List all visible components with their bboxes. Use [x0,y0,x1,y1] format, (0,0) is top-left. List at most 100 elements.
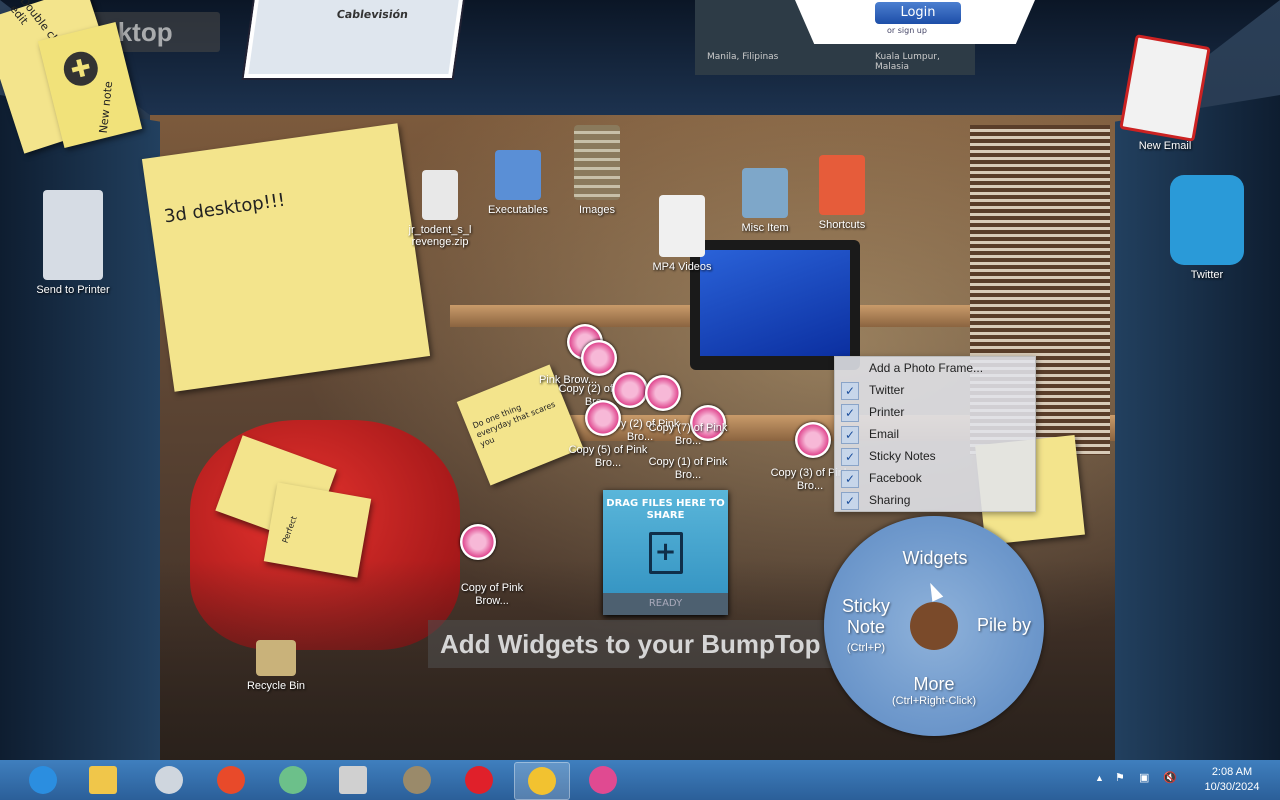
executables-icon [495,150,541,200]
drag-share-widget[interactable]: DRAG FILES HERE TO SHARE + READY [603,490,728,615]
ceiling-text: Cablevisión [335,8,409,21]
recycle-app-icon [279,766,307,794]
pie-sticky-note-option[interactable]: Sticky Note (Ctrl+P) [830,596,902,659]
plus-icon: ✚ [60,48,102,90]
twitter-widget[interactable]: Twitter [1162,175,1252,281]
menu-item-add-photo-frame[interactable]: Add a Photo Frame... [835,357,1035,379]
sticky-note-3d-desktop[interactable]: 3d desktop!!! [141,123,431,392]
taskbar-chrome[interactable] [514,762,570,800]
clock-time: 2:08 AM [1211,766,1253,778]
mouse-cursor-icon [924,580,944,602]
show-hidden-icons-icon[interactable]: ▲ [1095,773,1104,783]
share-title: DRAG FILES HERE TO SHARE [606,498,725,521]
gimp-icon [403,766,431,794]
menu-item-twitter[interactable]: ✓ Twitter [835,379,1035,401]
images-pile[interactable]: Images [552,125,642,216]
menu-item-facebook[interactable]: ✓ Facebook [835,467,1035,489]
taskbar-scanner[interactable] [326,762,380,798]
menu-item-label: Sharing [869,493,911,507]
signup-link[interactable]: or sign up [887,26,927,35]
pie-menu[interactable]: Widgets Sticky Note (Ctrl+P) Pile by Mor… [824,516,1044,736]
bumptop-icon [217,766,245,794]
pie-option-label: Sticky Note [841,596,890,637]
login-panel[interactable]: Login or sign up [795,0,1035,44]
taskbar-file-explorer[interactable] [76,762,130,798]
checkmark-icon: ✓ [841,492,859,510]
icon-label: Executables [488,204,548,216]
pink-browser-icon[interactable] [460,524,496,560]
opera-icon [465,766,493,794]
menu-item-label: Printer [869,405,905,419]
icon-label: MP4 Videos [652,261,712,273]
taskbar-bumptop[interactable] [204,762,258,798]
pink-browser-icon[interactable] [645,375,681,411]
menu-item-label: Twitter [869,383,905,397]
scanner-icon [339,766,367,794]
pink-item-label[interactable]: Copy (7) of Pink Bro... [648,422,728,448]
shortcuts-pile[interactable]: Shortcuts [797,155,887,231]
icon-label: jr_todent_s_l revenge.zip [408,224,472,248]
system-tray[interactable]: ▲ ⚑ ▣ 🔇 2:08 AM 10/30/2024 [1095,760,1280,800]
email-icon [1119,34,1211,142]
new-email-widget[interactable]: New Email [1119,34,1211,152]
taskbar-gimp[interactable] [390,762,444,798]
pie-option-hint: (Ctrl+P) [846,642,886,654]
menu-item-sharing[interactable]: ✓ Sharing [835,489,1035,511]
taskbar-recycle-app[interactable] [266,762,320,798]
ceiling-photo-frame[interactable]: Cablevisión [243,0,465,78]
mp4-videos-pile[interactable]: MP4 Videos [637,195,727,273]
chrome-icon [528,767,556,795]
shortcuts-icon [819,155,865,215]
menu-item-printer[interactable]: ✓ Printer [835,401,1035,423]
taskbar-opera[interactable] [452,762,506,798]
pink-browser-icon[interactable] [612,372,648,408]
sticky-text: 3d desktop!!! [162,189,287,228]
network-icon[interactable]: ▣ [1139,771,1149,784]
widgets-banner: Add Widgets to your BumpTop [428,620,860,668]
zip-file-icon[interactable]: jr_todent_s_l revenge.zip [395,170,485,248]
taskbar-pink-browser[interactable] [576,762,630,798]
zip-icon [422,170,458,220]
taskbar[interactable]: ▲ ⚑ ▣ 🔇 2:08 AM 10/30/2024 [0,760,1280,800]
pie-pile-by-option[interactable]: Pile by [968,615,1040,636]
media-player-icon [155,766,183,794]
send-to-printer-widget[interactable]: Send to Printer [28,190,118,296]
menu-item-label: Email [869,427,900,441]
sticky-text: Perfect [280,514,299,545]
executables-pile[interactable]: Executables [473,150,563,216]
icon-label: Send to Printer [36,284,110,296]
login-button[interactable]: Login [875,2,961,24]
recycle-bin-icon [256,640,296,676]
pie-widgets-option[interactable]: Widgets [890,548,980,569]
icon-label: Recycle Bin [246,680,306,692]
checkmark-icon: ✓ [841,448,859,466]
action-center-flag-icon[interactable]: ⚑ [1115,771,1125,784]
taskbar-internet-explorer[interactable] [16,762,70,798]
icon-label: Images [578,204,616,216]
recycle-bin[interactable]: Recycle Bin [231,640,321,692]
checkmark-icon: ✓ [841,382,859,400]
pink-browser-icon[interactable] [585,400,621,436]
misc-icon [742,168,788,218]
internet-explorer-icon [29,766,57,794]
pink-browser-icon[interactable] [581,340,617,376]
sticky-note-perfect[interactable]: Perfect [263,482,372,578]
pink-item-label[interactable]: Copy (1) of Pink Bro... [648,456,728,482]
images-icon [574,125,620,200]
pink-item-label[interactable]: Copy (5) of Pink Bro... [568,444,648,470]
volume-muted-icon[interactable]: 🔇 [1163,771,1177,784]
sticky-text: Do one thing everyday that scares you [471,399,557,449]
twitter-icon [1170,175,1244,265]
menu-item-email[interactable]: ✓ Email [835,423,1035,445]
clock[interactable]: 2:08 AM 10/30/2024 [1187,765,1277,795]
bumptop-3d-desktop[interactable]: Cablevisión Manila, Filipinas Kuala Lump… [0,0,1280,760]
icon-label: Shortcuts [818,219,866,231]
pie-more-option[interactable]: More (Ctrl+Right-Click) [864,674,1004,707]
menu-item-sticky-notes[interactable]: ✓ Sticky Notes [835,445,1035,467]
pie-option-hint: (Ctrl+Right-Click) [891,695,977,707]
pink-item-label[interactable]: Copy of Pink Brow... [452,582,532,608]
pink-browser-icon[interactable] [795,422,831,458]
taskbar-media-player[interactable] [142,762,196,798]
pink-browser-icon [589,766,617,794]
widgets-context-menu[interactable]: Add a Photo Frame... ✓ Twitter ✓ Printer ✓… [834,356,1036,512]
